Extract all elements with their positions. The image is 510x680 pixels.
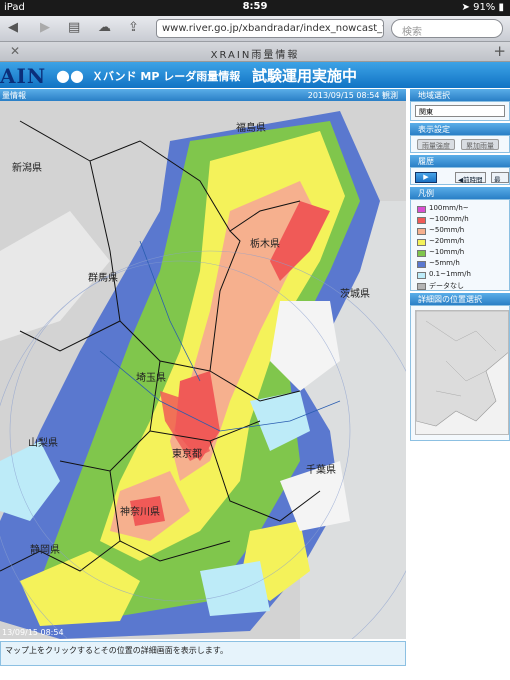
region-select[interactable]: 関東: [415, 105, 505, 117]
legend-swatch: [417, 261, 426, 268]
logo-droplets-icon: ●●: [56, 66, 84, 85]
icloud-tabs-icon[interactable]: ☁: [98, 20, 111, 35]
legend-item: ~5mm/h: [417, 259, 460, 270]
map-footer-timestamp: 13/09/15 08:54: [2, 628, 64, 637]
detail-section: [410, 305, 510, 441]
legend-item: ~50mm/h: [417, 226, 465, 237]
play-button[interactable]: ▶: [415, 172, 437, 183]
legend-item: ~100mm/h: [417, 215, 469, 226]
cumulative-button[interactable]: 累加雨量: [461, 139, 499, 150]
legend-label: データなし: [429, 282, 464, 290]
legend-label: ~10mm/h: [429, 248, 465, 256]
radar-map[interactable]: 新潟県 福島県 栃木県 群馬県 茨城県 埼玉県 山梨県 東京都 神奈川県 静岡県…: [0, 101, 406, 639]
legend-swatch: [417, 217, 426, 224]
new-tab-icon[interactable]: +: [493, 42, 506, 60]
clock: 8:59: [242, 1, 268, 12]
info-message: マップ上をクリックするとその位置の詳細画面を表示します。: [0, 641, 406, 666]
legend-label: ~5mm/h: [429, 259, 460, 267]
prefecture-label-tochigi: 栃木県: [250, 239, 280, 250]
legend-item: ~20mm/h: [417, 237, 465, 248]
observation-timestamp: 2013/09/15 08:54 観測: [307, 91, 398, 100]
legend-swatch: [417, 283, 426, 290]
prefecture-label-tokyo: 東京都: [172, 449, 202, 460]
prefecture-label-fukushima: 福島県: [236, 123, 266, 134]
xrain-logo: AIN: [0, 64, 47, 88]
tab-title[interactable]: XRAIN雨量情報: [0, 46, 510, 61]
back-icon[interactable]: ◀: [8, 20, 18, 35]
legend-label: 0.1~1mm/h: [429, 270, 471, 278]
banner-title: Ｘバンド MP レーダ雨量情報: [92, 70, 241, 83]
detail-section-title: 詳細図の位置選択: [410, 293, 510, 305]
prefecture-label-yamanashi: 山梨県: [28, 438, 58, 449]
legend-section-title: 凡例: [410, 187, 510, 199]
legend-swatch: [417, 206, 426, 213]
radar-map-graphic: [0, 101, 406, 639]
legend-swatch: [417, 250, 426, 257]
detail-overview-map[interactable]: [415, 310, 509, 435]
history-section-title: 履歴: [410, 155, 510, 167]
share-icon[interactable]: ⇪: [128, 20, 139, 35]
prefecture-label-niigata: 新潟県: [12, 163, 42, 174]
forward-icon[interactable]: ▶: [40, 20, 50, 35]
prefecture-label-ibaraki: 茨城県: [340, 289, 370, 300]
latest-button[interactable]: 最新▶: [491, 172, 509, 183]
battery-percent: 91%: [473, 2, 496, 13]
banner-subtitle: 試験運用実施中: [252, 67, 358, 85]
battery-indicator: ➤ 91% ▮: [461, 2, 504, 13]
bookmarks-icon[interactable]: ▤: [68, 20, 80, 35]
map-header: 量情報 2013/09/15 08:54 観測: [0, 89, 406, 101]
map-header-label: 量情報: [2, 91, 26, 100]
prefecture-label-gunma: 群馬県: [88, 273, 118, 284]
history-section: ▶ ◀前時間 最新▶: [410, 167, 510, 185]
prefecture-label-shizuoka: 静岡県: [30, 545, 60, 556]
legend-swatch: [417, 272, 426, 279]
control-panel: 地域選択 関東 表示設定 雨量強度 累加雨量 履歴 ▶ ◀前時間 最新▶ 凡例 …: [410, 89, 510, 666]
page-banner: AIN ●● Ｘバンド MP レーダ雨量情報 試験運用実施中: [0, 62, 510, 88]
legend-label: ~100mm/h: [429, 215, 469, 223]
legend-item: 0.1~1mm/h: [417, 270, 471, 281]
region-section: 関東: [410, 101, 510, 121]
intensity-button[interactable]: 雨量強度: [417, 139, 455, 150]
legend-section: 100mm/h~ ~100mm/h ~50mm/h ~20mm/h ~10mm/…: [410, 199, 510, 291]
legend-swatch: [417, 239, 426, 246]
prefecture-label-saitama: 埼玉県: [136, 373, 166, 384]
overview-map-graphic: [416, 311, 508, 434]
tab-bar: ✕ XRAIN雨量情報 +: [0, 42, 510, 62]
status-bar: iPad 8:59 ➤ 91% ▮: [0, 0, 510, 16]
region-section-title: 地域選択: [410, 89, 510, 101]
legend-label: ~50mm/h: [429, 226, 465, 234]
search-field[interactable]: 検索: [391, 19, 503, 38]
address-bar[interactable]: www.river.go.jp/xbandradar/index_nowcast…: [156, 19, 384, 38]
prefecture-label-chiba: 千葉県: [306, 465, 336, 476]
legend-item: 100mm/h~: [417, 204, 469, 215]
legend-swatch: [417, 228, 426, 235]
display-section: 雨量強度 累加雨量: [410, 135, 510, 153]
prefecture-label-kanagawa: 神奈川県: [120, 507, 160, 518]
previous-time-button[interactable]: ◀前時間: [455, 172, 486, 184]
legend-label: 100mm/h~: [429, 204, 469, 212]
legend-item: データなし: [417, 281, 464, 292]
display-section-title: 表示設定: [410, 123, 510, 135]
browser-toolbar: ◀ ▶ ▤ ☁ ⇪ www.river.go.jp/xbandradar/ind…: [0, 16, 510, 42]
legend-item: ~10mm/h: [417, 248, 465, 259]
legend-label: ~20mm/h: [429, 237, 465, 245]
